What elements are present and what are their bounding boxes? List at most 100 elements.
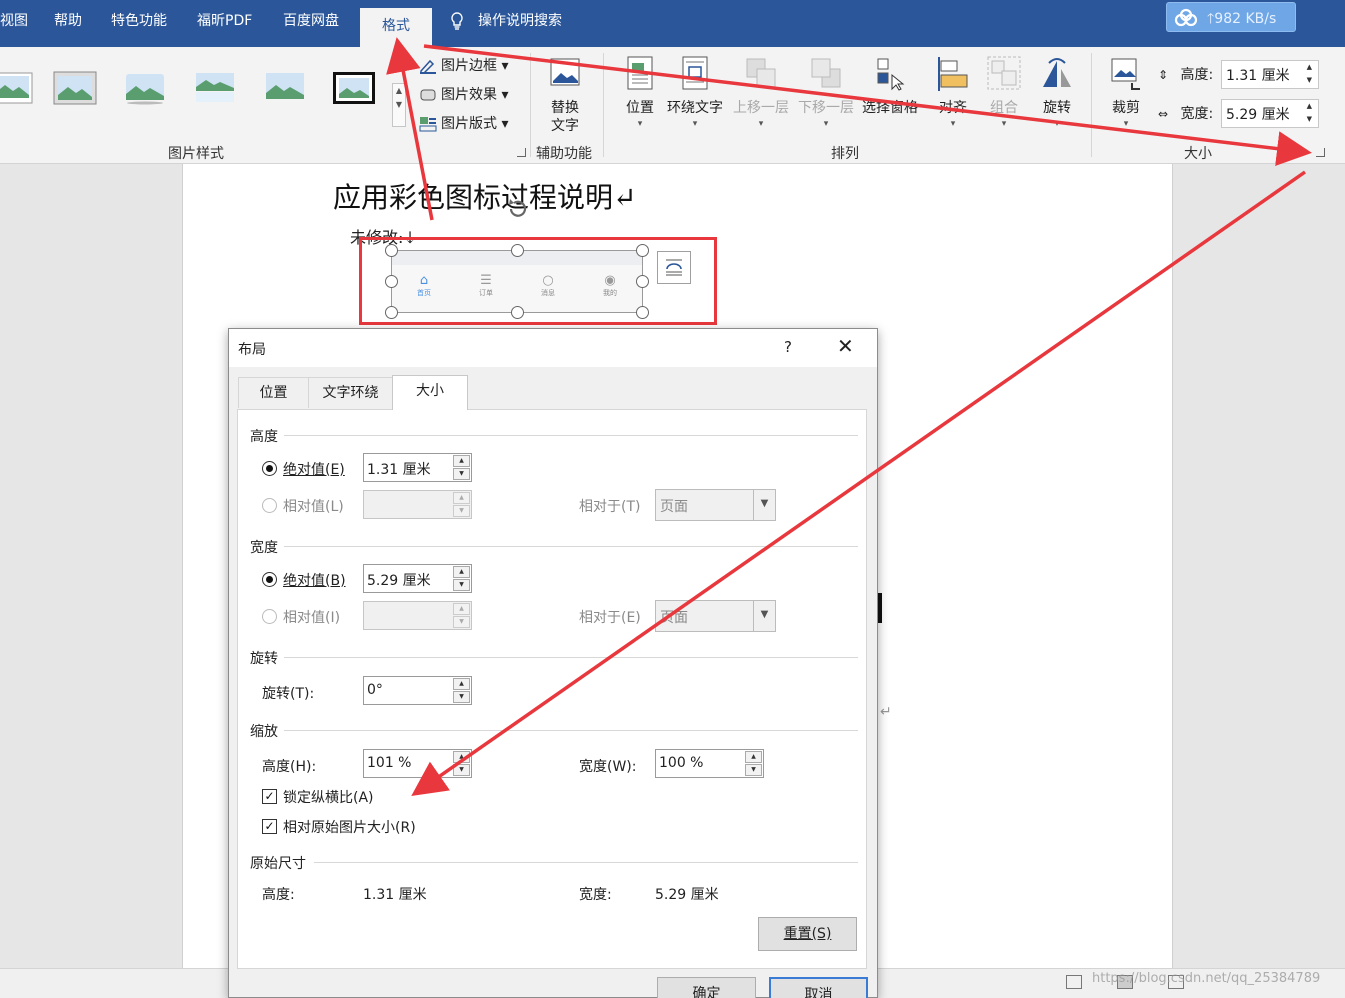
spin-up-icon[interactable]: ▲	[453, 566, 470, 578]
picture-styles-launcher[interactable]	[517, 148, 526, 157]
baidu-cloud-icon	[1174, 8, 1198, 27]
picture-style-thumb-1[interactable]	[0, 71, 34, 105]
tell-me-search[interactable]: 操作说明搜索	[450, 10, 562, 30]
section-divider	[284, 546, 858, 547]
upload-speed-badge[interactable]: 🡑982 KB/s	[1166, 2, 1296, 32]
spin-up-icon[interactable]: ▲	[745, 751, 762, 763]
close-icon[interactable]: ✕	[837, 335, 854, 357]
width-absolute-input[interactable]: 5.29 厘米 ▲ ▼	[363, 564, 472, 593]
reset-button[interactable]: 重置(S)	[758, 917, 857, 951]
position-button[interactable]: 位置 ▾	[622, 55, 658, 129]
menu-bar: 视图 帮助 特色功能 福昕PDF 百度网盘 格式 操作说明搜索 🡑982 KB/…	[0, 0, 1345, 47]
watermark-url: https://blog.csdn.net/qq_25384789	[1092, 971, 1321, 986]
layout-dialog: 布局 ? ✕ 位置 文字环绕 大小 高度 绝对值(E) 1.31 厘米 ▲ ▼ 相对…	[228, 328, 878, 998]
alt-text-label-2: 文字	[551, 118, 579, 134]
relative-original-checkbox[interactable]: ✓	[262, 819, 277, 834]
height-relative-input[interactable]: ▲ ▼	[363, 490, 472, 519]
spin-down-icon[interactable]: ▼	[453, 691, 470, 703]
original-height-label: 高度:	[262, 887, 295, 903]
shape-height-input[interactable]: 1.31 厘米 ▲ ▼	[1221, 60, 1319, 89]
tab-text-wrapping[interactable]: 文字环绕	[308, 377, 393, 408]
height-absolute-input[interactable]: 1.31 厘米 ▲ ▼	[363, 453, 472, 482]
picture-border-button[interactable]: 图片边框 ▾	[419, 55, 508, 75]
picture-style-thumb-2[interactable]	[53, 71, 97, 105]
picture-layout-button[interactable]: 图片版式 ▾	[419, 113, 508, 133]
height-absolute-radio[interactable]	[262, 461, 277, 476]
alt-text-button[interactable]: 替换 文字	[547, 55, 583, 135]
section-divider	[284, 730, 858, 731]
spin-up-icon[interactable]: ▲	[453, 492, 470, 504]
tab-format[interactable]: 格式	[360, 8, 432, 47]
group-button[interactable]: 组合 ▾	[986, 55, 1022, 129]
picture-style-thumb-5[interactable]	[263, 71, 307, 105]
rotate-icon	[1043, 58, 1071, 87]
styles-gallery-scroll[interactable]: ▲ ▼	[392, 83, 406, 127]
spin-down-icon[interactable]: ▼	[453, 579, 470, 591]
rotation-label: 旋转(T):	[262, 686, 315, 702]
spin-up-icon[interactable]: ▲	[453, 751, 470, 763]
scale-width-input[interactable]: 100 % ▲ ▼	[655, 749, 764, 778]
spin-down-icon[interactable]: ▼	[453, 764, 470, 776]
spin-up-icon[interactable]: ▲	[453, 603, 470, 615]
bring-forward-button[interactable]: 上移一层 ▾	[733, 55, 789, 129]
menu-help[interactable]: 帮助	[54, 10, 82, 30]
rotation-input[interactable]: 0° ▲ ▼	[363, 676, 472, 705]
width-relative-to-select[interactable]: 页面 ▼	[655, 600, 776, 632]
alt-text-icon	[550, 58, 580, 86]
cancel-button[interactable]: 取消	[769, 977, 868, 998]
rotate-button[interactable]: 旋转 ▾	[1039, 55, 1075, 129]
spin-up-icon[interactable]: ▲	[453, 455, 470, 467]
picture-style-thumb-3[interactable]	[123, 71, 167, 105]
alt-text-label-1: 替换	[551, 100, 579, 116]
align-icon	[938, 57, 968, 91]
menu-foxit-pdf[interactable]: 福昕PDF	[197, 10, 252, 30]
spin-down-icon[interactable]: ▼	[453, 505, 470, 517]
menu-view[interactable]: 视图	[0, 10, 28, 30]
group-icon	[987, 56, 1021, 90]
spin-down-icon[interactable]: ▼	[453, 616, 470, 628]
spin-down-icon[interactable]: ▼	[453, 468, 470, 480]
width-absolute-value: 5.29 厘米	[367, 573, 431, 589]
wrap-text-icon	[682, 56, 708, 90]
crop-button[interactable]: 裁剪 ▾	[1108, 55, 1144, 129]
read-mode-icon[interactable]	[1066, 975, 1082, 989]
scale-height-input[interactable]: 101 % ▲ ▼	[363, 749, 472, 778]
picture-style-thumb-4[interactable]	[193, 71, 237, 105]
rotate-handle-icon[interactable]	[505, 196, 531, 222]
section-height: 高度	[250, 429, 278, 445]
picture-effects-button[interactable]: 图片效果 ▾	[419, 84, 508, 104]
ok-button[interactable]: 确定	[657, 977, 756, 998]
lock-aspect-checkbox[interactable]: ✓	[262, 789, 277, 804]
height-absolute-label: 绝对值(E)	[283, 462, 345, 478]
width-relative-to-label: 相对于(E)	[579, 610, 641, 626]
width-absolute-radio[interactable]	[262, 572, 277, 587]
selection-pane-button[interactable]: 选择窗格	[862, 55, 918, 117]
ribbon: ▲ ▼ 图片边框 ▾ 图片效果 ▾ 图片版式 ▾ 图片样式 替换 文字 辅助功能 位…	[0, 47, 1345, 164]
align-button[interactable]: 对齐 ▾	[935, 55, 971, 129]
menu-baidu-netdisk[interactable]: 百度网盘	[283, 10, 339, 30]
width-relative-input[interactable]: ▲ ▼	[363, 601, 472, 630]
height-relative-to-select[interactable]: 页面 ▼	[655, 489, 776, 521]
size-dialog-launcher[interactable]	[1316, 148, 1325, 157]
picture-style-thumb-6[interactable]	[332, 71, 376, 105]
spin-down-icon[interactable]: ▼	[745, 764, 762, 776]
tab-size[interactable]: 大小	[392, 375, 468, 410]
selection-pane-label: 选择窗格	[862, 100, 918, 116]
dialog-titlebar[interactable]: 布局 ? ✕	[229, 329, 877, 367]
width-relative-radio[interactable]	[262, 609, 277, 624]
send-backward-button[interactable]: 下移一层 ▾	[798, 55, 854, 129]
menu-special-features[interactable]: 特色功能	[111, 10, 167, 30]
height-relative-radio[interactable]	[262, 498, 277, 513]
send-backward-icon	[811, 58, 841, 88]
tab-position[interactable]: 位置	[238, 377, 309, 408]
shape-width-input[interactable]: 5.29 厘米 ▲ ▼	[1221, 99, 1319, 128]
shape-height-row: ⇕ 高度:	[1158, 64, 1213, 84]
help-button[interactable]: ?	[784, 338, 792, 356]
picture-border-label: 图片边框	[441, 58, 497, 74]
width-absolute-label: 绝对值(B)	[283, 573, 346, 589]
relative-original-label: 相对原始图片大小(R)	[283, 820, 416, 836]
width-relative-to-value: 页面	[660, 610, 688, 626]
spin-up-icon[interactable]: ▲	[453, 678, 470, 690]
wrap-text-button[interactable]: 环绕文字 ▾	[667, 55, 723, 129]
lock-aspect-label: 锁定纵横比(A)	[283, 790, 374, 806]
